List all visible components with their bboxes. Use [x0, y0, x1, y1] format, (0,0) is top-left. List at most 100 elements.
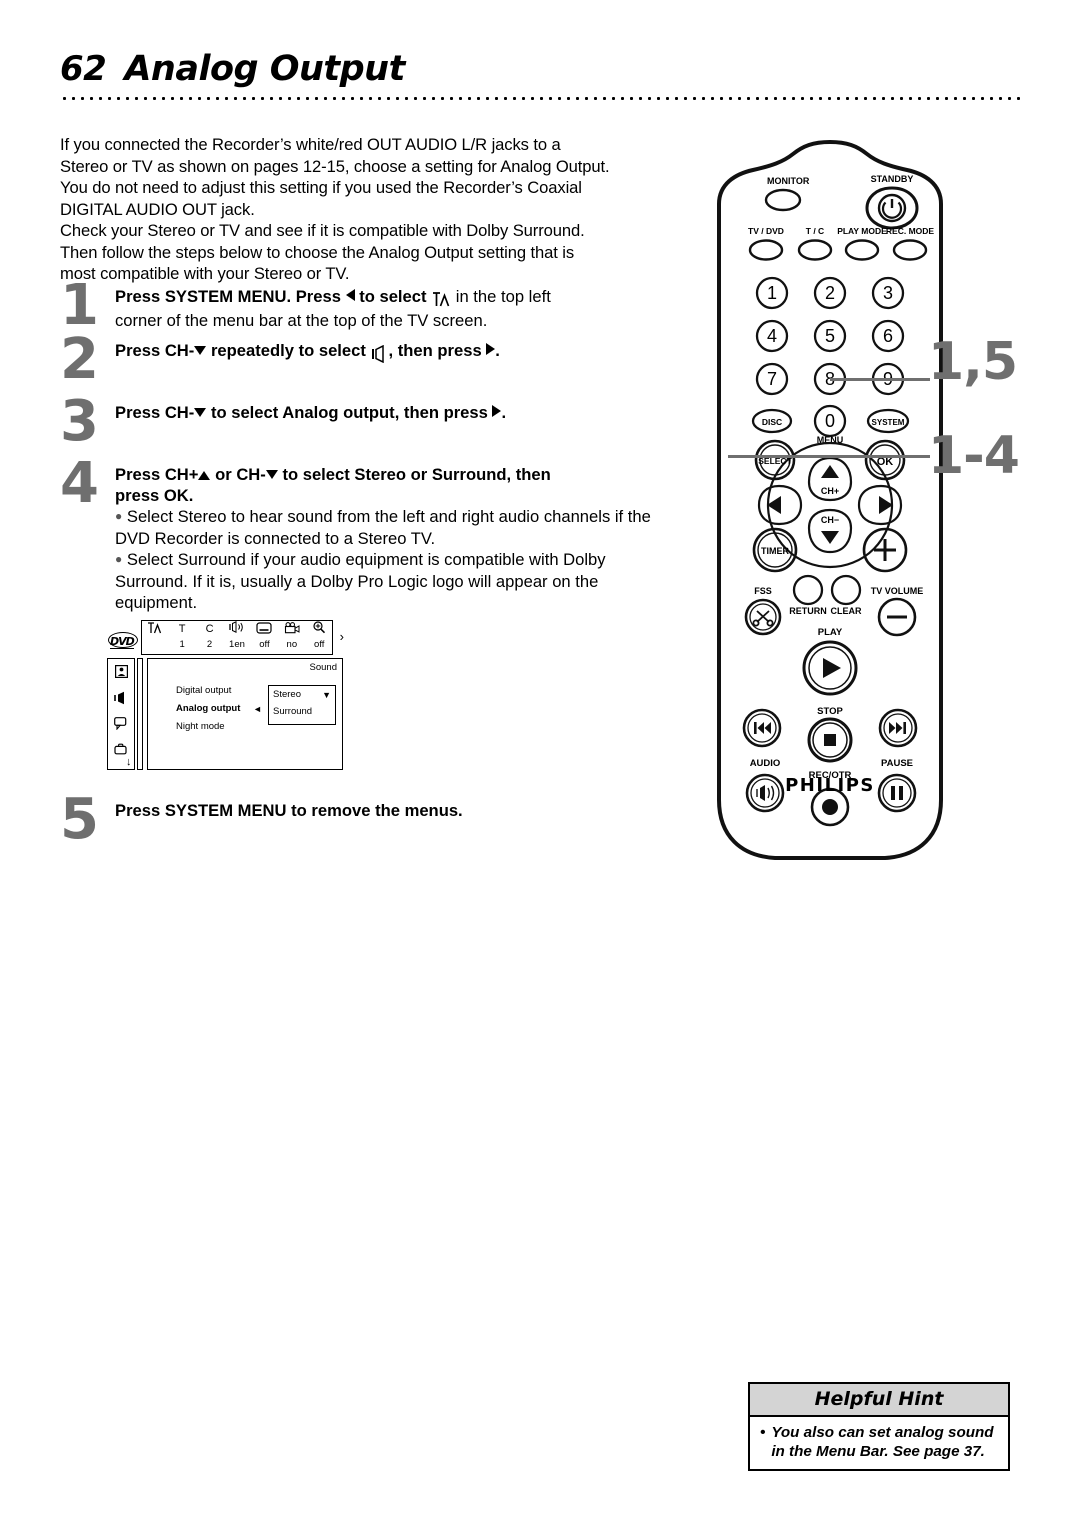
step-2-text-c: , then press — [388, 341, 482, 360]
intro-line: If you connected the Recorder’s white/re… — [60, 135, 561, 154]
ch-plus-label: CH+ — [821, 486, 839, 496]
intro-line: Stereo or TV as shown on pages 12-15, ch… — [60, 156, 610, 176]
manual-page: 62 Analog Output If you connected the Re… — [0, 0, 1080, 1528]
step-2-lead: Press CH- repeatedly to select , then pr… — [115, 340, 660, 364]
remote-control-illustration: STANDBY MONITOR TV / DVD T / C PLAY MODE… — [705, 140, 955, 865]
step-number: 1 — [60, 273, 99, 338]
t-c-label: T / C — [806, 226, 824, 236]
menu-bar-item-camera-angle[interactable]: no — [278, 620, 305, 655]
tv-dvd-label: TV / DVD — [748, 226, 784, 236]
dvd-logo: DVD — [110, 635, 135, 649]
step-3-period: . — [501, 403, 507, 422]
sound-icon[interactable] — [108, 691, 134, 708]
callout-system-menu: 1,5 — [928, 332, 1018, 392]
bullet-icon: • — [760, 1424, 766, 1441]
intro-line: Then follow the steps below to choose th… — [60, 242, 575, 262]
svg-text:0: 0 — [825, 411, 835, 431]
play-label: PLAY — [818, 627, 843, 638]
rec-mode-label: REC. MODE — [886, 226, 935, 236]
menu-bar-value: 1 — [179, 639, 185, 650]
page-number: 62 — [60, 49, 107, 89]
svg-text:7: 7 — [767, 369, 777, 389]
return-label: RETURN — [789, 606, 827, 616]
menu-bar-item-zoom[interactable]: off — [306, 620, 333, 655]
fss-label: FSS — [754, 586, 772, 596]
step-5-text-a: Press SYSTEM MENU — [115, 801, 287, 820]
sound-speaker-icon — [371, 343, 389, 364]
record-icon — [822, 799, 838, 815]
step-2-text-b: repeatedly to select — [210, 341, 366, 360]
step-2: 2 Press CH- repeatedly to select , then … — [60, 332, 660, 402]
step-1-text-c: in the top left — [455, 287, 551, 306]
menu-row-digital-output[interactable]: Digital output — [176, 685, 231, 697]
page-header: 62 Analog Output — [60, 52, 1020, 101]
analog-output-option-box: Stereo Surround ▼ — [268, 685, 336, 725]
svg-text:2: 2 — [825, 283, 835, 303]
option-stereo[interactable]: Stereo — [273, 689, 301, 701]
intro-line: You do not need to adjust this setting i… — [60, 178, 582, 197]
subtitle-icon — [251, 621, 278, 637]
tuner-antenna-icon — [141, 621, 168, 637]
menu-bar-item-subtitle[interactable]: off — [251, 620, 278, 655]
tv-menu-panel: ↓ Sound Digital output Analog output Nig… — [107, 658, 343, 770]
callout-leader-line-system — [890, 378, 930, 381]
step-3: 3 Press CH- to select Analog output, the… — [60, 394, 660, 464]
menu-bar-item-title[interactable]: T 1 — [168, 620, 195, 655]
tv-volume-label: TV VOLUME — [871, 586, 924, 596]
step-3-text-b: to select Analog output, then press — [210, 403, 488, 422]
step-5-lead: Press SYSTEM MENU to remove the menus. — [115, 800, 660, 821]
menu-bar-value: off — [314, 639, 325, 650]
menu-bar-value: off — [259, 639, 270, 650]
up-arrow-icon — [198, 471, 211, 480]
stop-label: STOP — [817, 706, 843, 717]
step-4-text-c: to select Stereo or Surround, then — [282, 465, 551, 484]
intro-line: DIGITAL AUDIO OUT jack. — [60, 199, 255, 219]
helpful-hint-box: Helpful Hint • You also can set analog s… — [748, 1382, 1010, 1471]
step-1-sub: corner of the menu bar at the top of the… — [115, 311, 488, 330]
helpful-hint-title: Helpful Hint — [750, 1384, 1008, 1417]
tv-menu-bar: DVD T 1 C 2 1en off no off › — [107, 618, 344, 658]
callout-connector-nav — [728, 455, 928, 458]
chevron-down-icon[interactable]: ▼ — [322, 689, 331, 701]
step-1-text-a: Press SYSTEM MENU. Press — [115, 287, 341, 306]
option-surround[interactable]: Surround — [273, 706, 312, 718]
menu-bar-next-arrow-icon[interactable]: › — [340, 630, 344, 643]
step-4-text-b: or CH- — [215, 465, 266, 484]
menu-bar-value: 2 — [206, 639, 213, 650]
menu-bar-value: 1en — [229, 639, 245, 650]
step-1-text-b: to select — [359, 287, 427, 306]
step-4: 4 Press CH+ or CH- to select Stereo or S… — [60, 456, 660, 624]
menu-bar-item-tuner[interactable] — [141, 620, 168, 655]
step-3-lead: Press CH- to select Analog output, then … — [115, 402, 660, 423]
tv-menu-divider-column — [137, 658, 143, 770]
language-icon[interactable] — [108, 717, 134, 733]
step-number: 3 — [60, 389, 99, 454]
stop-icon — [824, 734, 836, 746]
step-number: 2 — [60, 327, 99, 392]
ch-minus-label: CH− — [821, 515, 839, 525]
menu-row-analog-output[interactable]: Analog output — [176, 703, 240, 715]
step-2-period: . — [495, 341, 500, 360]
step-4-bullet-2-text: Select Surround if your audio equipment … — [115, 550, 606, 612]
menu-bar-item-audio-language[interactable]: 1en — [223, 620, 250, 655]
monitor-label: MONITOR — [767, 176, 810, 186]
sidebar-scroll-down-icon[interactable]: ↓ — [126, 757, 132, 768]
step-number: 5 — [60, 787, 99, 852]
pause-label: PAUSE — [881, 758, 913, 769]
page-title: Analog Output — [124, 49, 405, 89]
helpful-hint-body: • You also can set analog sound in the M… — [750, 1417, 1008, 1469]
clear-label: CLEAR — [831, 606, 862, 616]
step-1-lead: Press SYSTEM MENU. Press to select in th… — [115, 286, 660, 310]
picture-icon[interactable] — [108, 665, 134, 681]
intro-line: most compatible with your Stereo or TV. — [60, 264, 350, 283]
down-arrow-icon — [194, 408, 207, 417]
disc-label: DISC — [762, 417, 782, 427]
procedure-steps: 1 Press SYSTEM MENU. Press to select in … — [60, 278, 660, 624]
menu-bar-item-chapter[interactable]: C 2 — [196, 620, 223, 655]
standby-label: STANDBY — [871, 174, 914, 184]
down-arrow-icon — [194, 346, 207, 355]
title-icon: T — [178, 623, 186, 635]
svg-text:3: 3 — [883, 283, 893, 303]
intro-line: Check your Stereo or TV and see if it is… — [60, 221, 585, 240]
menu-row-night-mode[interactable]: Night mode — [176, 721, 225, 733]
